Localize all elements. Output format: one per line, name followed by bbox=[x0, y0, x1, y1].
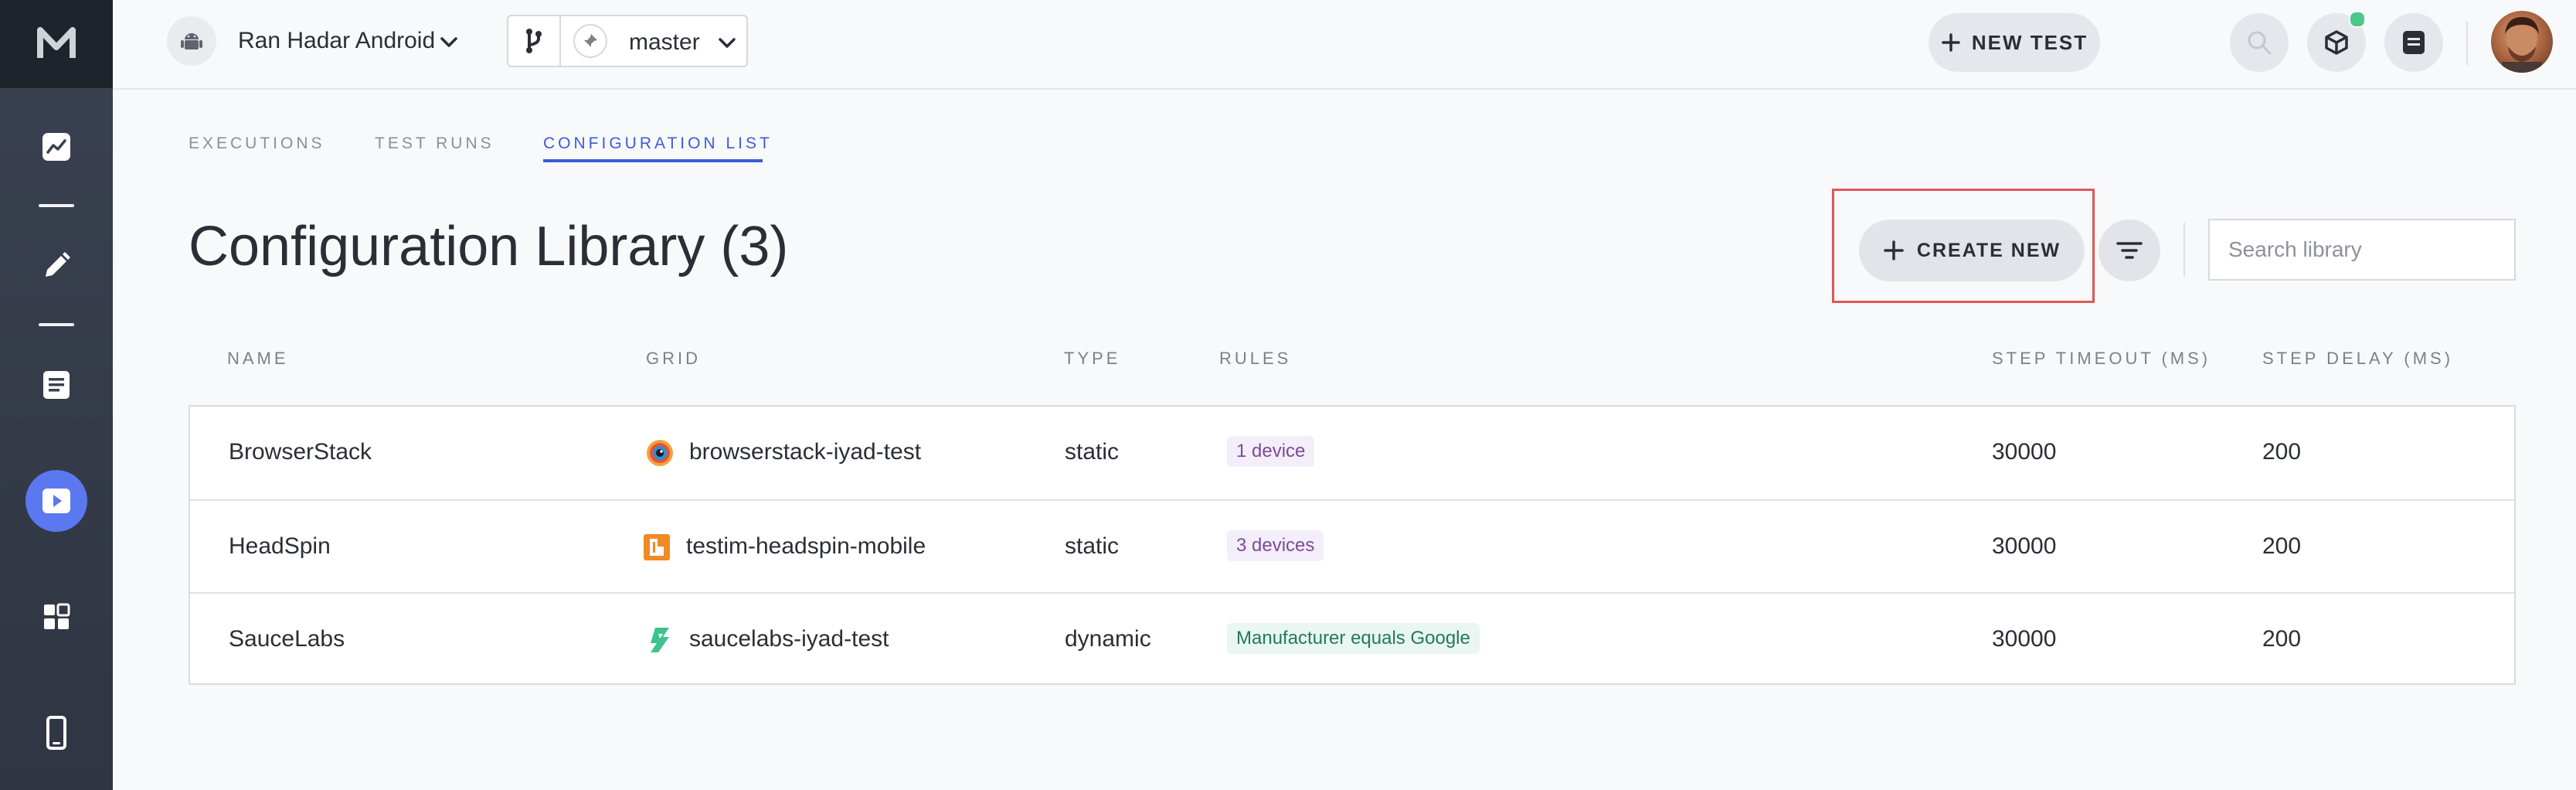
plus-icon bbox=[1884, 240, 1904, 260]
sidebar-divider bbox=[39, 323, 74, 326]
grid-name[interactable]: browserstack-iyad-test bbox=[689, 439, 921, 465]
branch-name: master bbox=[629, 29, 700, 55]
create-new-button[interactable]: CREATE NEW bbox=[1859, 220, 2085, 281]
cube-icon bbox=[2325, 30, 2348, 55]
rule-badge: 3 devices bbox=[1227, 530, 1324, 561]
new-test-label: NEW TEST bbox=[1971, 30, 2088, 54]
column-header-grid[interactable]: GRID bbox=[646, 349, 701, 369]
sidebar-item-tests[interactable] bbox=[25, 354, 87, 416]
column-header-step-timeout[interactable]: STEP TIMEOUT (MS) bbox=[1992, 349, 2211, 369]
notification-dot bbox=[2349, 11, 2366, 28]
rule-badge: Manufacturer equals Google bbox=[1227, 623, 1480, 654]
step-delay: 200 bbox=[2262, 626, 2302, 652]
column-header-type[interactable]: TYPE bbox=[1064, 349, 1120, 369]
page-title: Configuration Library (3) bbox=[189, 216, 789, 278]
search-button[interactable] bbox=[2230, 13, 2289, 72]
app-logo[interactable] bbox=[0, 0, 113, 88]
column-header-rules[interactable]: RULES bbox=[1219, 349, 1291, 369]
table-row[interactable]: HeadSpin testim-headspin-mobile static 3… bbox=[190, 499, 2514, 594]
trend-chart-icon bbox=[42, 133, 70, 161]
search-icon bbox=[2248, 31, 2272, 55]
new-test-button[interactable]: NEW TEST bbox=[1929, 13, 2100, 72]
plus-icon bbox=[1942, 33, 1960, 52]
grid-name[interactable]: testim-headspin-mobile bbox=[686, 533, 926, 560]
headspin-icon bbox=[644, 534, 670, 560]
branch-icon-button[interactable] bbox=[508, 16, 561, 66]
tab-test-runs[interactable]: TEST RUNS bbox=[375, 135, 494, 153]
filter-icon bbox=[2116, 242, 2143, 259]
step-timeout: 30000 bbox=[1992, 626, 2057, 652]
chevron-down-icon[interactable] bbox=[437, 31, 460, 54]
filter-button[interactable] bbox=[2099, 220, 2160, 281]
notes-button[interactable] bbox=[2384, 13, 2443, 72]
config-type: static bbox=[1065, 533, 1120, 559]
rule-badge: 1 device bbox=[1227, 436, 1315, 467]
play-icon bbox=[42, 489, 70, 513]
config-name: HeadSpin bbox=[229, 533, 331, 559]
branch-selector[interactable]: master bbox=[507, 15, 748, 67]
pin-icon[interactable] bbox=[573, 24, 607, 58]
configuration-table: BrowserStack browserstack-iyad-test stat… bbox=[189, 405, 2516, 685]
sidebar-item-editor[interactable] bbox=[25, 235, 87, 297]
saucelabs-icon bbox=[651, 628, 669, 652]
table-row[interactable]: SauceLabs saucelabs-iyad-test dynamic Ma… bbox=[190, 592, 2514, 686]
sidebar-item-runs[interactable] bbox=[25, 470, 87, 532]
m-logo-icon bbox=[37, 27, 76, 58]
topbar-divider bbox=[2466, 22, 2468, 65]
android-icon bbox=[181, 33, 202, 49]
grid-icon bbox=[44, 603, 70, 629]
column-header-step-delay[interactable]: STEP DELAY (MS) bbox=[2262, 349, 2453, 369]
search-library-input[interactable] bbox=[2208, 219, 2516, 281]
sidebar-item-analytics[interactable] bbox=[25, 116, 87, 178]
user-avatar[interactable] bbox=[2491, 11, 2553, 73]
config-type: dynamic bbox=[1065, 626, 1151, 652]
step-delay: 200 bbox=[2262, 439, 2302, 465]
chevron-down-icon bbox=[719, 38, 736, 48]
step-delay: 200 bbox=[2262, 533, 2302, 559]
actions-divider bbox=[2183, 223, 2185, 277]
step-timeout: 30000 bbox=[1992, 533, 2057, 559]
active-tab-indicator bbox=[543, 159, 763, 162]
project-selector[interactable]: Ran Hadar Android bbox=[238, 28, 435, 54]
config-name: SauceLabs bbox=[229, 626, 345, 652]
grid-name[interactable]: saucelabs-iyad-test bbox=[689, 626, 889, 652]
sidebar-item-devices[interactable] bbox=[25, 702, 87, 764]
mobile-device-icon bbox=[46, 716, 66, 750]
sidebar-item-dashboard[interactable] bbox=[25, 586, 87, 648]
document-list-icon bbox=[43, 371, 70, 399]
table-row[interactable]: BrowserStack browserstack-iyad-test stat… bbox=[190, 407, 2514, 499]
pencil-icon bbox=[46, 252, 70, 277]
git-branch-icon bbox=[526, 29, 542, 53]
top-bar: Ran Hadar Android master bbox=[113, 0, 2576, 90]
column-header-name[interactable]: NAME bbox=[227, 349, 289, 369]
step-timeout: 30000 bbox=[1992, 439, 2057, 465]
config-type: static bbox=[1065, 439, 1120, 465]
create-new-label: CREATE NEW bbox=[1916, 239, 2061, 261]
sidebar bbox=[0, 0, 113, 790]
tab-executions[interactable]: EXECUTIONS bbox=[189, 135, 325, 153]
tab-configuration-list[interactable]: CONFIGURATION LIST bbox=[543, 135, 773, 153]
sidebar-divider bbox=[39, 204, 74, 207]
document-icon bbox=[2403, 31, 2425, 54]
browserstack-icon bbox=[647, 440, 673, 466]
config-name: BrowserStack bbox=[229, 439, 372, 465]
user-photo bbox=[2502, 17, 2542, 73]
project-avatar[interactable] bbox=[167, 16, 216, 66]
